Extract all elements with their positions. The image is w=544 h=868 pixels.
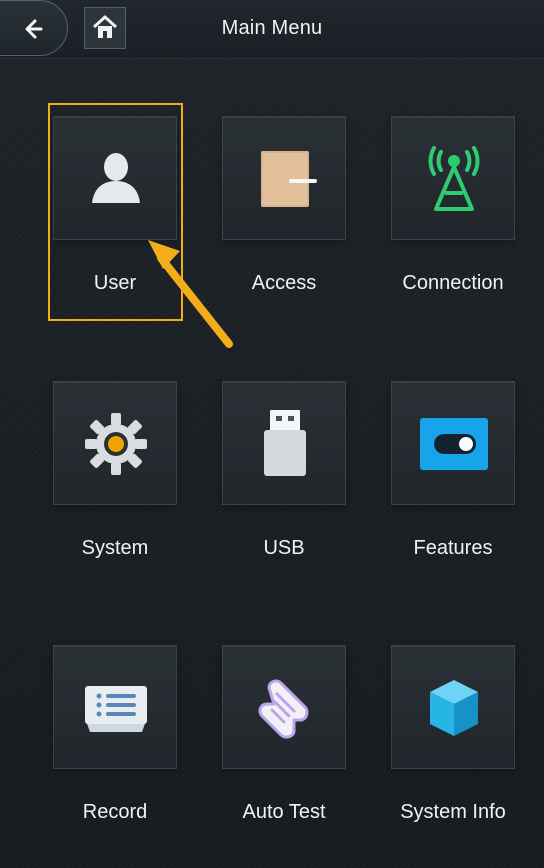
menu-tile-record[interactable] — [53, 645, 177, 769]
menu-label-usb: USB — [263, 537, 305, 559]
pointer-arrow-icon — [148, 240, 233, 348]
menu-tile-auto-test[interactable] — [222, 645, 346, 769]
page-title: Main Menu — [221, 17, 323, 39]
menu-tile-system[interactable] — [53, 381, 177, 505]
menu-label-system-info: System Info — [400, 801, 506, 823]
door-icon — [261, 151, 317, 207]
cube-icon — [430, 680, 478, 736]
menu-tile-usb[interactable] — [222, 381, 346, 505]
toggle-icon — [420, 418, 488, 470]
menu-label-auto-test: Auto Test — [242, 801, 326, 823]
main-menu-screen: Main Menu User Access Connection System … — [0, 0, 544, 868]
menu-tile-system-info[interactable] — [391, 645, 515, 769]
list-icon — [85, 686, 147, 732]
menu-tile-connection[interactable] — [391, 116, 515, 240]
test-icon — [258, 679, 309, 739]
top-bar: Main Menu — [0, 0, 544, 59]
gear-icon — [85, 413, 147, 475]
menu-label-system: System — [81, 537, 149, 559]
menu-label-record: Record — [82, 801, 148, 823]
usb-icon — [264, 410, 306, 476]
menu-tile-features[interactable] — [391, 381, 515, 505]
menu-label-connection: Connection — [402, 272, 504, 294]
menu-tile-access[interactable] — [222, 116, 346, 240]
menu-label-features: Features — [413, 537, 493, 559]
tower-icon — [428, 146, 480, 211]
